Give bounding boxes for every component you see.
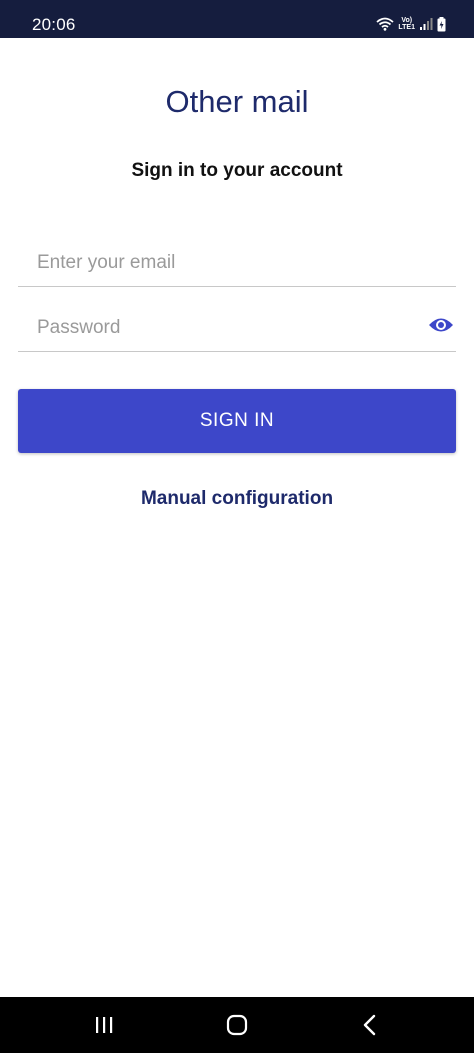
wifi-icon xyxy=(376,17,394,31)
volte-top-label: Vo) xyxy=(401,17,413,24)
home-icon[interactable] xyxy=(222,1011,252,1039)
sign-in-button[interactable]: SIGN IN xyxy=(18,389,456,453)
page-subtitle: Sign in to your account xyxy=(131,160,343,181)
eye-icon[interactable] xyxy=(426,313,456,337)
password-field[interactable] xyxy=(37,317,417,339)
status-bar: 20:06 Vo) LTE1 xyxy=(0,0,474,38)
volte-lte-icon: Vo) LTE1 xyxy=(398,17,415,31)
navigation-bar xyxy=(0,997,474,1053)
email-field[interactable] xyxy=(37,252,417,274)
email-field-container xyxy=(18,225,456,287)
battery-icon xyxy=(437,16,446,32)
password-field-container xyxy=(18,290,456,352)
recents-icon[interactable] xyxy=(89,1011,119,1039)
page-title: Other mail xyxy=(165,84,309,119)
volte-bottom-label: LTE1 xyxy=(398,24,415,31)
status-time: 20:06 xyxy=(32,15,76,34)
signal-icon xyxy=(419,17,433,31)
back-icon[interactable] xyxy=(355,1011,385,1039)
status-icons: Vo) LTE1 xyxy=(376,14,446,34)
manual-configuration-link[interactable]: Manual configuration xyxy=(0,488,474,510)
